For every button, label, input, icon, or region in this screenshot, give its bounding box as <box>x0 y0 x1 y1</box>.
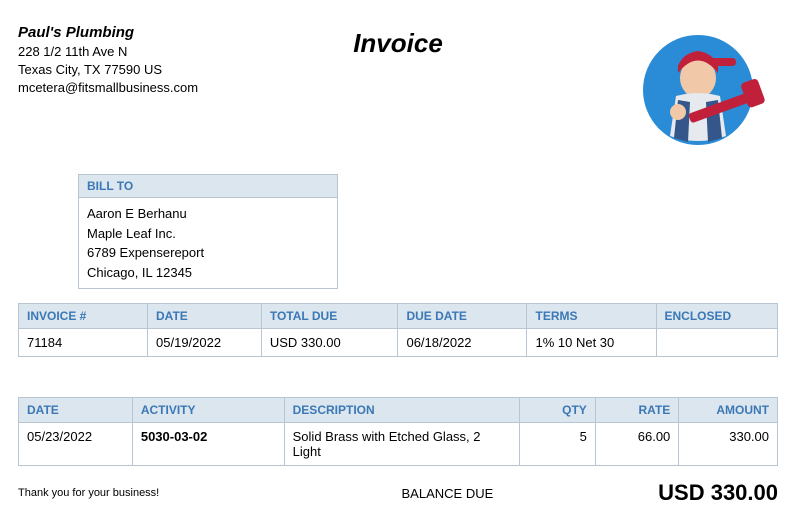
plumber-logo <box>628 18 768 161</box>
line-description: Solid Brass with Etched Glass, 2 Light <box>284 423 519 466</box>
table-row: 71184 05/19/2022 USD 330.00 06/18/2022 1… <box>19 329 778 357</box>
bill-to-name: Aaron E Berhanu <box>87 204 329 224</box>
col-line-date: DATE <box>19 398 133 423</box>
val-terms: 1% 10 Net 30 <box>527 329 656 357</box>
col-description: DESCRIPTION <box>284 398 519 423</box>
col-enclosed: ENCLOSED <box>656 304 778 329</box>
table-row: 05/23/2022 5030-03-02 Solid Brass with E… <box>19 423 778 466</box>
val-enclosed <box>656 329 778 357</box>
header: Paul's Plumbing 228 1/2 11th Ave N Texas… <box>18 18 778 168</box>
bill-to-body: Aaron E Berhanu Maple Leaf Inc. 6789 Exp… <box>79 198 338 289</box>
col-invoice: INVOICE # <box>19 304 148 329</box>
val-due-date: 06/18/2022 <box>398 329 527 357</box>
col-due-date: DUE DATE <box>398 304 527 329</box>
bill-to-street: 6789 Expensereport <box>87 243 329 263</box>
val-invoice: 71184 <box>19 329 148 357</box>
line-items-table: DATE ACTIVITY DESCRIPTION QTY RATE AMOUN… <box>18 397 778 466</box>
line-date: 05/23/2022 <box>19 423 133 466</box>
company-address-2: Texas City, TX 77590 US <box>18 61 198 79</box>
line-qty: 5 <box>519 423 595 466</box>
bill-to-citystate: Chicago, IL 12345 <box>87 263 329 283</box>
line-amount: 330.00 <box>679 423 778 466</box>
col-rate: RATE <box>595 398 678 423</box>
invoice-meta-table: INVOICE # DATE TOTAL DUE DUE DATE TERMS … <box>18 303 778 357</box>
bill-to-block: BILL TO Aaron E Berhanu Maple Leaf Inc. … <box>78 174 338 289</box>
col-qty: QTY <box>519 398 595 423</box>
thank-you-text: Thank you for your business! <box>18 487 307 499</box>
col-date: DATE <box>148 304 262 329</box>
company-email: mcetera@fitsmallbusiness.com <box>18 79 198 97</box>
footer: Thank you for your business! BALANCE DUE… <box>18 480 778 506</box>
col-terms: TERMS <box>527 304 656 329</box>
val-date: 05/19/2022 <box>148 329 262 357</box>
balance-due-amount: USD 330.00 <box>588 480 778 506</box>
col-total-due: TOTAL DUE <box>261 304 398 329</box>
col-amount: AMOUNT <box>679 398 778 423</box>
val-total-due: USD 330.00 <box>261 329 398 357</box>
col-activity: ACTIVITY <box>132 398 284 423</box>
bill-to-header: BILL TO <box>79 175 338 198</box>
line-activity: 5030-03-02 <box>132 423 284 466</box>
line-rate: 66.00 <box>595 423 678 466</box>
bill-to-company: Maple Leaf Inc. <box>87 224 329 244</box>
balance-due-label: BALANCE DUE <box>307 486 588 501</box>
